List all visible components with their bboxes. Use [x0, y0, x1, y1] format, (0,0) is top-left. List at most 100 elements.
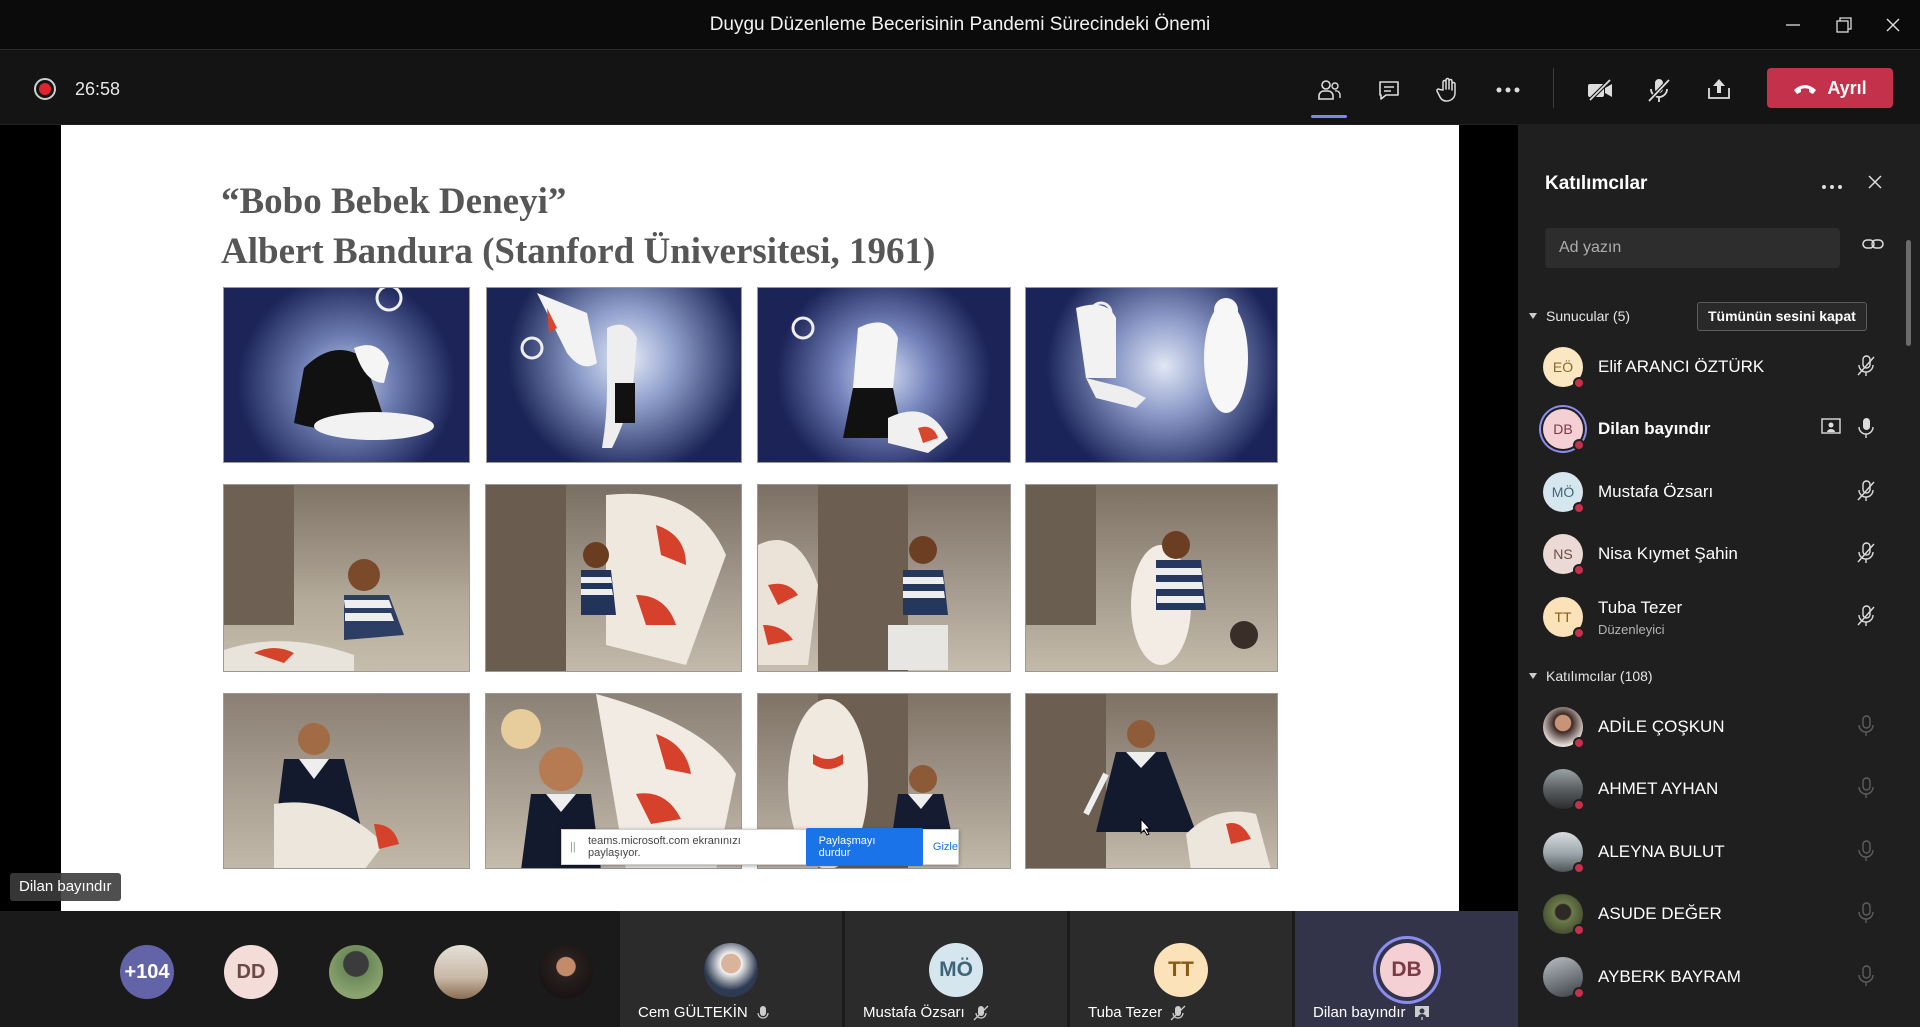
participant-name: Mustafa Özsarı	[863, 1004, 965, 1021]
experiment-photo-7	[757, 484, 1011, 672]
participant-name: Tuba Tezer	[1598, 598, 1683, 617]
mic-disabled-icon	[1858, 840, 1874, 861]
participant-avatar	[1543, 832, 1585, 874]
participant-avatar: TT	[1543, 597, 1585, 639]
mic-off-icon	[1647, 78, 1671, 103]
presenter-icon	[1414, 1005, 1429, 1020]
close-window-icon[interactable]	[1876, 8, 1910, 42]
hang-up-icon	[1794, 85, 1817, 94]
participant-tile[interactable]: TT Tuba Tezer	[1070, 911, 1292, 1027]
raise-hand-button[interactable]	[1426, 70, 1470, 110]
ellipsis-icon	[1496, 87, 1520, 93]
participant-avatar	[704, 943, 758, 997]
participant-name: Nisa Kıymet Şahin	[1598, 544, 1738, 563]
status-busy-icon	[1573, 377, 1585, 389]
participant-tile-active-speaker[interactable]: DB Dilan bayındır	[1295, 911, 1518, 1027]
recording-icon	[34, 78, 56, 100]
status-busy-icon	[1573, 924, 1585, 936]
participant-name: Cem GÜLTEKİN	[638, 1004, 748, 1021]
participant-avatar-photo-1[interactable]	[329, 945, 383, 999]
meeting-timer: 26:58	[75, 79, 121, 99]
participant-tile[interactable]: Cem GÜLTEKİN	[620, 911, 842, 1027]
slide-title-line2: Albert Bandura (Stanford Üniversitesi, 1…	[221, 231, 936, 272]
participant-row[interactable]: MÖ Mustafa Özsarı	[1518, 464, 1906, 520]
mic-off-icon[interactable]	[1856, 605, 1876, 627]
status-busy-icon	[1573, 564, 1585, 576]
participant-name: ASUDE DEĞER	[1598, 904, 1722, 923]
status-dnd-icon	[1573, 439, 1585, 451]
chat-icon	[1379, 81, 1399, 100]
experiment-photo-2	[486, 287, 742, 463]
participant-row[interactable]: AHMET AYHAN	[1518, 761, 1906, 817]
leave-button[interactable]: Ayrıl	[1767, 68, 1893, 108]
stop-sharing-button[interactable]: Paylaşmayı durdur	[805, 828, 923, 866]
mic-off-icon	[1170, 1005, 1186, 1020]
participant-avatar	[1543, 894, 1585, 936]
mic-off-icon[interactable]	[1856, 355, 1876, 377]
mute-all-button[interactable]: Tümünün sesini kapat	[1697, 302, 1867, 331]
participant-row[interactable]: ASUDE DEĞER	[1518, 886, 1906, 942]
participant-gallery: +104 DD Cem GÜLTEKİN MÖ Mustafa Özsarı T…	[0, 911, 1518, 1027]
panel-title: Katılımcılar	[1545, 173, 1648, 194]
experiment-photo-5	[223, 484, 470, 672]
leave-label: Ayrıl	[1827, 77, 1867, 98]
people-icon	[1318, 80, 1341, 100]
attendees-header-label: Katılımcılar (108)	[1546, 668, 1653, 684]
participant-name: Mustafa Özsarı	[1598, 482, 1714, 501]
chevron-down-icon	[1529, 313, 1537, 319]
mic-disabled-icon	[1858, 777, 1874, 798]
participants-button[interactable]	[1307, 70, 1351, 118]
participant-name: AHMET AYHAN	[1598, 779, 1719, 798]
chevron-down-icon	[1529, 673, 1537, 679]
participant-row[interactable]: ADİLE ÇOŞKUN	[1518, 699, 1906, 755]
presenters-header-label: Sunucular (5)	[1546, 308, 1631, 324]
participant-tile[interactable]: MÖ Mustafa Özsarı	[845, 911, 1067, 1027]
panel-scrollbar[interactable]	[1906, 240, 1911, 346]
experiment-photo-6	[485, 484, 742, 672]
share-invite-link-icon[interactable]	[1862, 237, 1884, 256]
participant-search-input[interactable]	[1545, 228, 1840, 268]
share-tray-icon	[1708, 79, 1730, 99]
slide-title: “Bobo Bebek Deneyi” Albert Bandura (Stan…	[221, 177, 935, 277]
participant-row[interactable]: NS Nisa Kıymet Şahin	[1518, 526, 1906, 582]
avatar-initials: TT	[1554, 609, 1572, 625]
experiment-photo-8	[1025, 484, 1278, 672]
participant-name: Tuba Tezer	[1088, 1004, 1163, 1021]
participant-name: Dilan bayındır	[1313, 1004, 1406, 1021]
participant-tile-name: Cem GÜLTEKİN	[638, 1004, 770, 1021]
attendees-section-header[interactable]: Katılımcılar (108)	[1528, 668, 1653, 684]
mic-off-icon[interactable]	[1856, 480, 1876, 502]
participant-row[interactable]: ALEYNA BULUT	[1518, 824, 1906, 880]
participant-tile-name: Dilan bayındır	[1313, 1004, 1430, 1021]
participant-row[interactable]: AYBERK BAYRAM	[1518, 949, 1906, 1005]
mic-on-icon[interactable]	[1856, 417, 1876, 439]
participant-avatar-photo-3[interactable]	[539, 945, 593, 999]
participant-avatar-dd[interactable]: DD	[224, 945, 278, 999]
panel-close-icon[interactable]	[1868, 175, 1882, 194]
shared-content-stage: “Bobo Bebek Deneyi” Albert Bandura (Stan…	[0, 125, 1518, 911]
participant-avatar-photo-2[interactable]	[434, 945, 488, 999]
camera-button[interactable]	[1578, 70, 1622, 110]
hide-share-bar-link[interactable]: Gizle	[933, 841, 958, 853]
participant-name: AYBERK BAYRAM	[1598, 967, 1741, 986]
mic-off-icon[interactable]	[1856, 542, 1876, 564]
chat-button[interactable]	[1367, 70, 1411, 110]
participant-avatar	[1543, 957, 1585, 999]
participant-avatar: DB	[1379, 943, 1434, 997]
share-screen-button[interactable]	[1697, 70, 1741, 110]
more-participants-badge[interactable]: +104	[120, 945, 174, 999]
mouse-cursor-icon	[1140, 818, 1152, 836]
participant-row[interactable]: EÖ Elif ARANCI ÖZTÜRK	[1518, 339, 1906, 395]
experiment-photo-4	[1025, 287, 1278, 463]
participant-tile-name: Mustafa Özsarı	[863, 1004, 989, 1021]
more-actions-button[interactable]	[1486, 70, 1530, 110]
minimize-icon[interactable]	[1776, 8, 1810, 42]
participant-row-speaking[interactable]: DB Dilan bayındır	[1518, 401, 1906, 457]
presenters-section-header[interactable]: Sunucular (5)	[1528, 308, 1630, 324]
panel-more-options-icon[interactable]	[1821, 177, 1843, 195]
drag-handle-icon[interactable]: ||	[570, 841, 580, 853]
microphone-button[interactable]	[1637, 70, 1681, 110]
experiment-photo-1	[223, 287, 470, 463]
participant-row[interactable]: TT Tuba Tezer Düzenleyici	[1518, 589, 1906, 645]
restore-icon[interactable]	[1827, 8, 1861, 42]
